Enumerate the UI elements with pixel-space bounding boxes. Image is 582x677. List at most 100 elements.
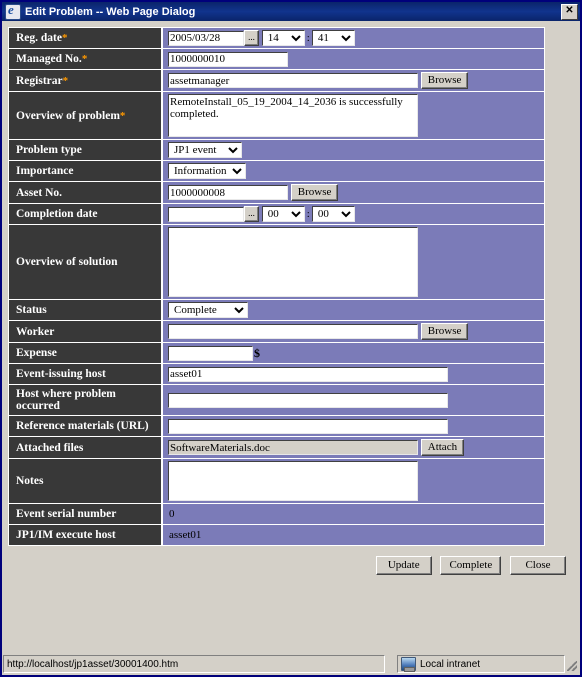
asset-no-input[interactable] bbox=[168, 185, 288, 200]
row-label-reg-date: Reg. date* bbox=[8, 27, 163, 49]
row-field-notes bbox=[161, 458, 545, 504]
importance-select[interactable]: Information bbox=[168, 163, 246, 179]
registrar-browse-button[interactable]: Browse bbox=[420, 72, 469, 89]
row-field-importance: Information bbox=[161, 160, 545, 182]
label-text: Event-issuing host bbox=[16, 368, 106, 380]
asset-no-browse-button[interactable]: Browse bbox=[290, 184, 339, 201]
row-field-expense: $ bbox=[161, 342, 545, 364]
close-icon[interactable] bbox=[561, 3, 578, 20]
reg-date-hour-select[interactable]: 14 bbox=[261, 30, 305, 46]
label-text: Problem type bbox=[16, 144, 82, 156]
status-select[interactable]: Complete bbox=[168, 302, 248, 318]
worker-input[interactable] bbox=[168, 324, 418, 339]
attached-files-attach-button[interactable]: Attach bbox=[420, 439, 465, 456]
required-asterisk-icon: * bbox=[62, 32, 68, 44]
row-label-completion-date: Completion date bbox=[8, 203, 163, 225]
form-rows: Reg. date* 14:41Managed No.*Registrar* B… bbox=[8, 27, 545, 546]
form-row: Overview of problem* RemoteInstall_05_19_… bbox=[8, 91, 545, 140]
title-bar: Edit Problem -- Web Page Dialog bbox=[2, 2, 580, 21]
label-text: Status bbox=[16, 304, 47, 316]
label-text: Host where problem occurred bbox=[16, 388, 116, 412]
label-text: Completion date bbox=[16, 208, 98, 220]
row-label-event-serial-number: Event serial number bbox=[8, 503, 163, 525]
row-field-event-issuing-host bbox=[161, 363, 545, 385]
label-text: Managed No. bbox=[16, 53, 82, 65]
label-text: Overview of problem bbox=[16, 109, 120, 122]
update-button[interactable]: Update bbox=[375, 556, 432, 575]
label-text: Overview of solution bbox=[16, 256, 118, 268]
edit-problem-dialog: Edit Problem -- Web Page Dialog Reg. dat… bbox=[0, 0, 582, 677]
row-field-reference-materials-url bbox=[161, 415, 545, 437]
label-text: Attached files bbox=[16, 441, 84, 454]
row-label-registrar: Registrar* bbox=[8, 69, 163, 92]
reg-date-minute-select[interactable]: 41 bbox=[311, 30, 355, 46]
row-label-notes: Notes bbox=[8, 458, 163, 504]
row-label-jp1im-execute-host: JP1/IM execute host bbox=[8, 524, 163, 546]
row-label-asset-no: Asset No. bbox=[8, 181, 163, 204]
label-text: Reference materials (URL) bbox=[16, 420, 149, 432]
row-field-event-serial-number: 0 bbox=[161, 503, 545, 525]
row-field-asset-no: Browse bbox=[161, 181, 545, 204]
expense-input[interactable] bbox=[168, 345, 253, 361]
status-zone[interactable]: Local intranet bbox=[397, 655, 565, 673]
row-label-event-issuing-host: Event-issuing host bbox=[8, 363, 163, 385]
currency-suffix: $ bbox=[254, 345, 260, 360]
form-row: Reference materials (URL) bbox=[8, 415, 545, 437]
problem-form-table: Reg. date* 14:41Managed No.*Registrar* B… bbox=[8, 27, 545, 546]
reference-materials-url-input[interactable] bbox=[168, 418, 448, 434]
completion-date-date-input[interactable] bbox=[168, 206, 244, 222]
row-field-reg-date: 14:41 bbox=[161, 27, 545, 49]
completion-date-hour-select[interactable]: 00 bbox=[261, 206, 305, 222]
row-field-problem-type: JP1 event bbox=[161, 139, 545, 161]
label-text: Event serial number bbox=[16, 508, 117, 520]
attached-files-input bbox=[168, 440, 418, 455]
problem-type-select[interactable]: JP1 event bbox=[168, 142, 242, 158]
window-title: Edit Problem -- Web Page Dialog bbox=[25, 5, 196, 18]
form-row: JP1/IM execute host asset01 bbox=[8, 524, 545, 546]
row-field-worker: Browse bbox=[161, 320, 545, 343]
overview-of-problem-textarea[interactable]: RemoteInstall_05_19_2004_14_2036 is succ… bbox=[168, 94, 418, 137]
label-text: Notes bbox=[16, 475, 44, 487]
form-row: Problem type JP1 event bbox=[8, 139, 545, 161]
form-row: Expense $ bbox=[8, 342, 545, 364]
status-spacer bbox=[385, 655, 397, 673]
row-field-jp1im-execute-host: asset01 bbox=[161, 524, 545, 546]
resize-grip-icon[interactable] bbox=[565, 655, 579, 673]
status-url: http://localhost/jp1asset/30001400.htm bbox=[3, 655, 385, 673]
registrar-input[interactable] bbox=[168, 73, 418, 88]
notes-textarea[interactable] bbox=[168, 461, 418, 501]
dialog-button-bar: Update Complete Close bbox=[8, 546, 574, 584]
row-label-expense: Expense bbox=[8, 342, 163, 364]
form-row: Event-issuing host bbox=[8, 363, 545, 385]
form-row: Managed No.* bbox=[8, 48, 545, 70]
completion-date-minute-select[interactable]: 00 bbox=[311, 206, 355, 222]
worker-browse-button[interactable]: Browse bbox=[420, 323, 469, 340]
label-text: Worker bbox=[16, 325, 55, 338]
row-field-overview-of-problem: RemoteInstall_05_19_2004_14_2036 is succ… bbox=[161, 91, 545, 140]
row-label-importance: Importance bbox=[8, 160, 163, 182]
label-text: Importance bbox=[16, 165, 74, 177]
label-text: Expense bbox=[16, 347, 57, 359]
completion-date-date-picker-button[interactable] bbox=[244, 206, 259, 222]
event-issuing-host-input[interactable] bbox=[168, 366, 448, 382]
status-zone-label: Local intranet bbox=[420, 658, 481, 670]
reg-date-date-input[interactable] bbox=[168, 30, 244, 46]
host-where-problem-occurred-input[interactable] bbox=[168, 392, 448, 408]
row-label-overview-of-problem: Overview of problem* bbox=[8, 91, 163, 140]
row-field-managed-no bbox=[161, 48, 545, 70]
overview-of-solution-textarea[interactable] bbox=[168, 227, 418, 297]
label-text: Registrar bbox=[16, 74, 63, 87]
complete-button[interactable]: Complete bbox=[440, 556, 502, 575]
close-button[interactable]: Close bbox=[510, 556, 566, 575]
status-bar: http://localhost/jp1asset/30001400.htm L… bbox=[2, 654, 580, 675]
form-row: Overview of solution bbox=[8, 224, 545, 300]
time-separator: : bbox=[306, 32, 310, 44]
row-field-overview-of-solution bbox=[161, 224, 545, 300]
form-row: Completion date 00:00 bbox=[8, 203, 545, 225]
required-asterisk-icon: * bbox=[62, 74, 69, 87]
managed-no-input[interactable] bbox=[168, 51, 288, 67]
form-row: Host where problem occurred bbox=[8, 384, 545, 416]
row-label-reference-materials-url: Reference materials (URL) bbox=[8, 415, 163, 437]
reg-date-date-picker-button[interactable] bbox=[244, 30, 259, 46]
required-asterisk-icon: * bbox=[119, 109, 126, 122]
